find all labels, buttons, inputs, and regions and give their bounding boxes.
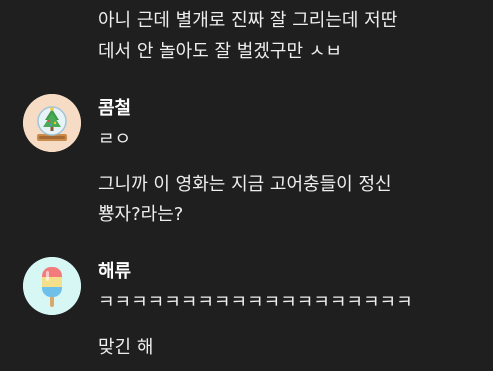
message-text: ㄹㅇ bbox=[98, 129, 132, 150]
message-text: 맞긴 해 bbox=[98, 337, 154, 358]
message-text: 데서 안 놀아도 잘 벌겠구만 ㅅㅂ bbox=[98, 41, 342, 62]
avatar[interactable] bbox=[23, 257, 81, 315]
avatar[interactable] bbox=[23, 94, 81, 152]
author-name[interactable]: 콤철 bbox=[98, 98, 131, 120]
message-text: 뿅자?라는? bbox=[98, 204, 184, 225]
popsicle-icon bbox=[23, 257, 81, 315]
message-text: 그니까 이 영화는 지금 고어충들이 정신 bbox=[98, 174, 392, 195]
message-text: 아니 근데 별개로 진짜 잘 그리는데 저딴 bbox=[98, 10, 398, 31]
author-name[interactable]: 해류 bbox=[98, 261, 131, 283]
message-text: ㅋㅋㅋㅋㅋㅋㅋㅋㅋㅋㅋㅋㅋㅋㅋㅋㅋㅋㅋ bbox=[98, 292, 413, 313]
snow-globe-tree-icon bbox=[23, 94, 81, 152]
